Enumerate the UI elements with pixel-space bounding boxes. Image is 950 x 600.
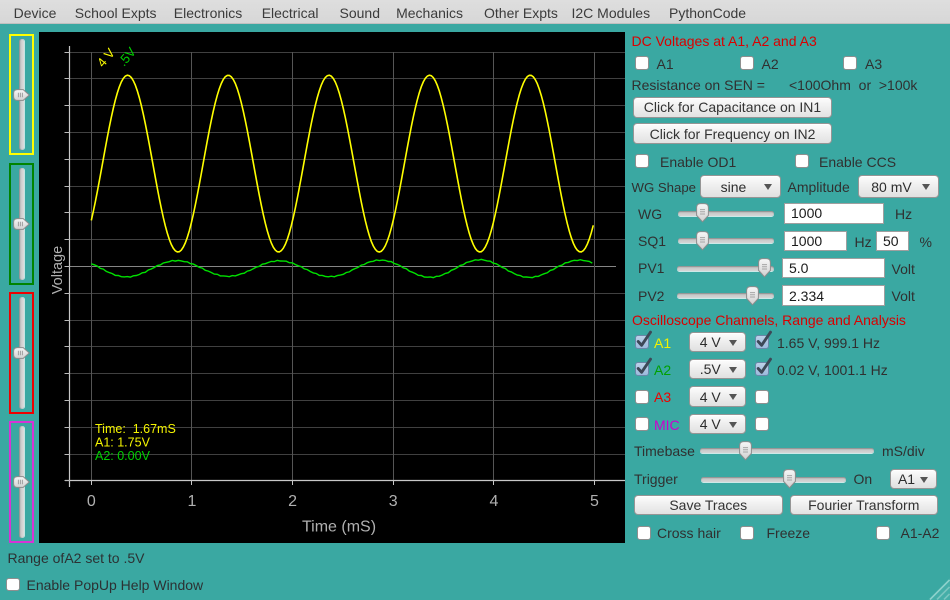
svg-text:4: 4 (489, 493, 498, 510)
svg-text:1: 1 (187, 493, 196, 510)
svg-text:3: 3 (389, 493, 398, 510)
svg-text:Time: 1.67mS: Time: 1.67mS (95, 422, 176, 436)
svg-text:2: 2 (288, 493, 297, 510)
svg-text:A1: 1.75V: A1: 1.75V (95, 436, 151, 450)
svg-text:0: 0 (87, 493, 96, 510)
svg-text:Voltage: Voltage (50, 246, 66, 294)
svg-text:A2: 0.00V: A2: 0.00V (95, 449, 151, 463)
svg-text:5: 5 (590, 493, 599, 510)
svg-text:Time (mS): Time (mS) (302, 519, 376, 536)
